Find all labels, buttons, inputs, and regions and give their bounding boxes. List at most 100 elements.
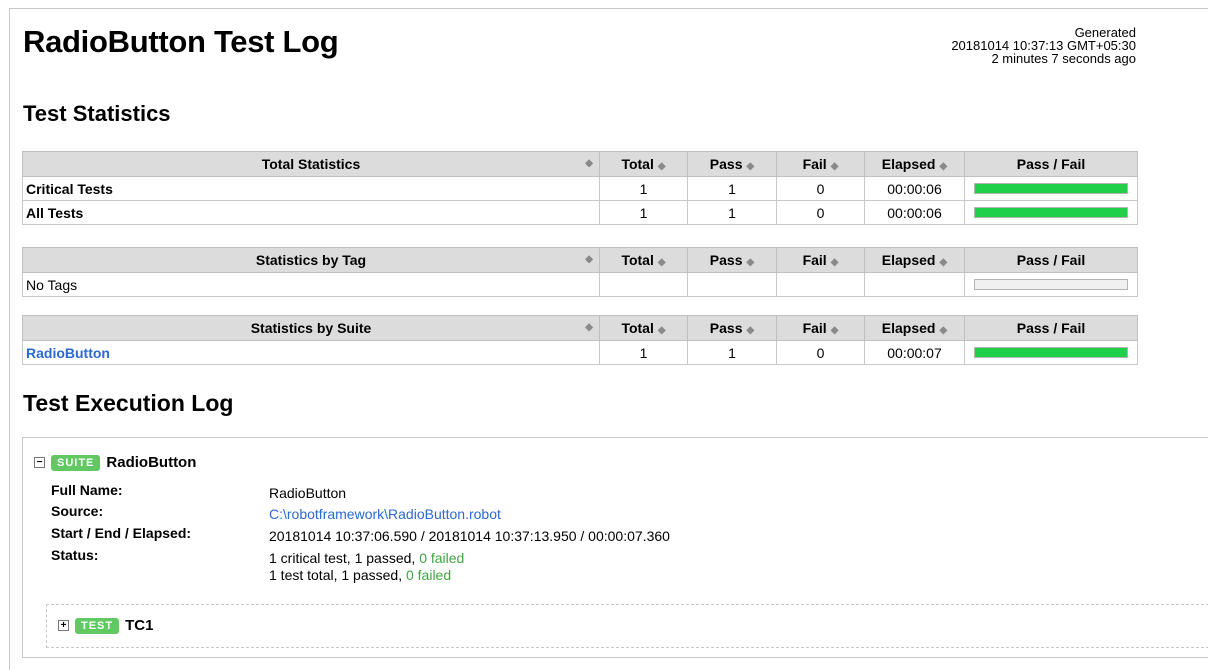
test-execution-log-heading: Test Execution Log — [23, 390, 234, 416]
stat-total: 1 — [599, 200, 688, 225]
table-row[interactable]: Critical Tests 1 1 0 00:00:06 — [22, 176, 1138, 201]
sort-icon: ◆ — [585, 322, 593, 333]
test-name: TC1 — [125, 617, 154, 634]
suite-header[interactable]: − SUITE RadioButton — [34, 454, 196, 471]
status-value: 1 critical test, 1 passed, 0 failed 1 te… — [269, 550, 464, 584]
pass-bar-fill — [975, 348, 1127, 357]
sort-icon: ◆ — [830, 257, 839, 268]
pass-column-header[interactable]: Pass ◆ — [687, 315, 777, 341]
pass-fail-bar — [974, 207, 1128, 218]
pass-bar-fill — [975, 184, 1127, 193]
suite-badge: SUITE — [51, 454, 101, 471]
pass-fail-bar — [974, 347, 1128, 358]
stat-elapsed: 00:00:06 — [864, 200, 965, 225]
status-text: 1 critical test, 1 passed, — [269, 550, 420, 566]
total-statistics-table: Total Statistics ◆ Total ◆ Pass ◆ Fail ◆ Ela… — [22, 151, 1138, 225]
fail-column-header[interactable]: Fail ◆ — [776, 247, 865, 273]
fail-column-header[interactable]: Fail ◆ — [776, 151, 865, 177]
header-label: Pass — [709, 320, 743, 336]
total-column-header[interactable]: Total ◆ — [599, 315, 688, 341]
status-failed-count: 0 failed — [405, 567, 452, 583]
total-column-header[interactable]: Total ◆ — [599, 247, 688, 273]
stat-fail: 0 — [776, 340, 865, 365]
page-title: RadioButton Test Log — [23, 24, 339, 59]
tag-statistics-header[interactable]: Statistics by Tag ◆ — [22, 247, 600, 273]
collapse-icon[interactable]: − — [34, 457, 45, 468]
sort-icon: ◆ — [830, 325, 839, 336]
stat-total — [599, 272, 688, 297]
stat-graph — [964, 176, 1138, 201]
sort-icon: ◆ — [657, 325, 666, 336]
stat-total: 1 — [599, 176, 688, 201]
passfail-column-header[interactable]: Pass / Fail — [964, 151, 1138, 177]
passfail-column-header[interactable]: Pass / Fail — [964, 247, 1138, 273]
sort-icon: ◆ — [657, 257, 666, 268]
table-row[interactable]: RadioButton 1 1 0 00:00:07 — [22, 340, 1138, 365]
table-header-row: Statistics by Tag ◆ Total ◆ Pass ◆ Fail ◆ El… — [22, 247, 1138, 273]
stat-graph — [964, 272, 1138, 297]
generated-ago: 2 minutes 7 seconds ago — [991, 51, 1136, 66]
header-label: Elapsed — [881, 156, 936, 172]
total-column-header[interactable]: Total ◆ — [599, 151, 688, 177]
table-header-row: Statistics by Suite ◆ Total ◆ Pass ◆ Fail ◆ … — [22, 315, 1138, 341]
elapsed-column-header[interactable]: Elapsed ◆ — [864, 315, 965, 341]
sort-icon: ◆ — [939, 325, 948, 336]
stat-pass: 1 — [687, 340, 777, 365]
status-failed-count: 0 failed — [419, 550, 465, 566]
generated-info: Generated 20181014 10:37:13 GMT+05:30 2 … — [951, 26, 1136, 65]
stat-fail: 0 — [776, 176, 865, 201]
suite-statistics-header[interactable]: Statistics by Suite ◆ — [22, 315, 600, 341]
test-statistics-heading: Test Statistics — [23, 101, 171, 126]
table-row[interactable]: All Tests 1 1 0 00:00:06 — [22, 200, 1138, 225]
sort-icon: ◆ — [585, 254, 593, 265]
stat-graph — [964, 200, 1138, 225]
stat-name: Critical Tests — [22, 176, 600, 201]
stat-fail — [776, 272, 865, 297]
sort-icon: ◆ — [830, 161, 839, 172]
status-line-critical: 1 critical test, 1 passed, 0 failed — [269, 550, 464, 566]
test-badge: TEST — [75, 617, 120, 634]
table-row: No Tags — [22, 272, 1138, 297]
pass-fail-bar — [974, 183, 1128, 194]
sort-icon: ◆ — [746, 257, 755, 268]
elapsed-column-header[interactable]: Elapsed ◆ — [864, 151, 965, 177]
stat-name: RadioButton — [22, 340, 600, 365]
passfail-column-header[interactable]: Pass / Fail — [964, 315, 1138, 341]
pass-column-header[interactable]: Pass ◆ — [687, 151, 777, 177]
header-label: Total — [621, 320, 654, 336]
total-statistics-header[interactable]: Total Statistics ◆ — [22, 151, 600, 177]
suite-statistics-table: Statistics by Suite ◆ Total ◆ Pass ◆ Fail ◆ … — [22, 315, 1138, 365]
sort-icon: ◆ — [746, 325, 755, 336]
pass-column-header[interactable]: Pass ◆ — [687, 247, 777, 273]
stat-pass — [687, 272, 777, 297]
stat-total: 1 — [599, 340, 688, 365]
suite-metadata: Full Name: RadioButton Source: C:\robotf… — [51, 482, 670, 584]
times-label: Start / End / Elapsed: — [51, 525, 192, 541]
test-log-box: + TEST TC1 — [46, 604, 1208, 648]
expand-icon[interactable]: + — [58, 620, 69, 631]
metadata-row: Start / End / Elapsed: 20181014 10:37:06… — [51, 525, 670, 547]
tag-statistics-table: Statistics by Tag ◆ Total ◆ Pass ◆ Fail ◆ El… — [22, 247, 1138, 297]
header-label: Fail — [802, 156, 827, 172]
suite-name: RadioButton — [106, 454, 197, 471]
stat-elapsed: 00:00:06 — [864, 176, 965, 201]
elapsed-column-header[interactable]: Elapsed ◆ — [864, 247, 965, 273]
source-link[interactable]: C:\robotframework\RadioButton.robot — [269, 506, 501, 525]
pass-bar-fill — [975, 208, 1127, 217]
stat-pass: 1 — [687, 176, 777, 201]
header-label: Fail — [802, 320, 827, 336]
status-label: Status: — [51, 547, 99, 563]
fail-column-header[interactable]: Fail ◆ — [776, 315, 865, 341]
header-label: Total Statistics — [261, 156, 361, 172]
header-label: Statistics by Tag — [255, 252, 367, 268]
header-label: Fail — [802, 252, 827, 268]
times-value: 20181014 10:37:06.590 / 20181014 10:37:1… — [269, 528, 670, 544]
suite-link[interactable]: RadioButton — [26, 345, 110, 361]
header-label: Elapsed — [881, 320, 936, 336]
header-label: Pass — [709, 156, 743, 172]
sort-icon: ◆ — [585, 158, 593, 169]
suite-log-box: − SUITE RadioButton Full Name: RadioButt… — [22, 437, 1208, 658]
status-text: 1 test total, 1 passed, — [269, 567, 406, 583]
header-label: Statistics by Suite — [250, 320, 372, 336]
test-header[interactable]: + TEST TC1 — [58, 617, 153, 634]
